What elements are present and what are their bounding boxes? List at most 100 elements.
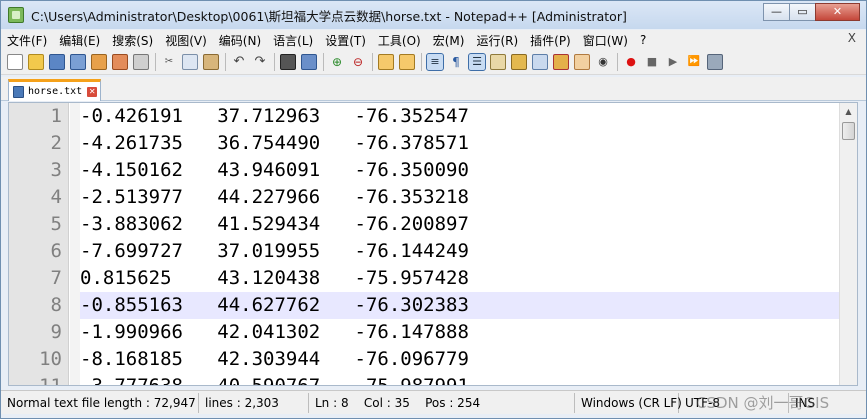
close-all-icon[interactable]: [112, 54, 128, 70]
stop-record-icon[interactable]: ■: [644, 54, 660, 70]
play-macro-icon[interactable]: ▶: [665, 54, 681, 70]
paste-icon[interactable]: [203, 54, 219, 70]
scrollbar-thumb[interactable]: [842, 122, 855, 140]
new-file-icon[interactable]: [7, 54, 23, 70]
line-number: 10: [39, 348, 62, 370]
toolbar-separator: [421, 53, 422, 71]
save-macro-icon[interactable]: [707, 54, 723, 70]
editor-line[interactable]: 4 -2.513977 44.227966 -76.353218: [9, 184, 839, 211]
toolbar-separator: [372, 53, 373, 71]
line-text[interactable]: -7.699727 37.019955 -76.144249: [80, 238, 839, 265]
menu-file[interactable]: 文件(F): [1, 32, 53, 49]
menu-tools[interactable]: 工具(O): [372, 32, 427, 49]
line-text[interactable]: -1.990966 42.041302 -76.147888: [80, 319, 839, 346]
cut-icon[interactable]: ✂: [161, 54, 177, 70]
editor-line[interactable]: 3 -4.150162 43.946091 -76.350090: [9, 157, 839, 184]
close-button[interactable]: ✕: [815, 3, 860, 21]
indent-guide-icon[interactable]: ☰: [468, 53, 486, 71]
tab-close-icon[interactable]: ✕: [87, 86, 98, 97]
watermark: CSDN @刘一哥GIS: [696, 394, 830, 412]
status-file-length: Normal text file length : 72,947: [1, 392, 199, 413]
editor-line[interactable]: 11 -3.777638 40.590767 -75.987991: [9, 373, 839, 386]
find-icon[interactable]: [280, 54, 296, 70]
toolbar: ✂ ↶ ↷ ⊕ ⊖ ≡ ¶ ☰ ◉ ● ■ ▶ ⏩: [1, 50, 866, 75]
scroll-up-icon[interactable]: ▲: [840, 103, 857, 120]
line-number: 7: [50, 267, 62, 289]
folder-workspace-icon[interactable]: [553, 54, 569, 70]
line-text[interactable]: -2.513977 44.227966 -76.353218: [80, 184, 839, 211]
menu-view[interactable]: 视图(V): [159, 32, 213, 49]
line-number: 1: [50, 105, 62, 127]
line-text[interactable]: -0.426191 37.712963 -76.352547: [80, 103, 839, 130]
doc-map-icon[interactable]: [511, 54, 527, 70]
sync-h-icon[interactable]: [399, 54, 415, 70]
redo-icon[interactable]: ↷: [252, 54, 268, 70]
word-wrap-icon[interactable]: ≡: [426, 53, 444, 71]
toolbar-separator: [225, 53, 226, 71]
editor-line[interactable]: 5 -3.883062 41.529434 -76.200897: [9, 211, 839, 238]
tab-bar: horse.txt ✕: [1, 77, 866, 101]
editor-line[interactable]: 7 0.815625 43.120438 -75.957428: [9, 265, 839, 292]
print-icon[interactable]: [133, 54, 149, 70]
zoom-out-icon[interactable]: ⊖: [350, 54, 366, 70]
close-icon[interactable]: [91, 54, 107, 70]
menu-run[interactable]: 运行(R): [470, 32, 524, 49]
line-text[interactable]: -0.855163 44.627762 -76.302383: [80, 292, 839, 319]
status-eol[interactable]: Windows (CR LF): [575, 392, 682, 413]
save-all-icon[interactable]: [70, 54, 86, 70]
notepad-window: C:\Users\Administrator\Desktop\0061\斯坦福大…: [0, 0, 867, 419]
menu-encoding[interactable]: 编码(N): [213, 32, 267, 49]
maximize-button[interactable]: ▭: [789, 3, 816, 21]
line-text[interactable]: 0.815625 43.120438 -75.957428: [80, 265, 839, 292]
toolbar-separator: [155, 53, 156, 71]
menu-search[interactable]: 搜索(S): [106, 32, 159, 49]
line-number: 5: [50, 213, 62, 235]
toolbar-separator: [274, 53, 275, 71]
editor-line[interactable]: 8 -0.855163 44.627762 -76.302383: [9, 292, 839, 319]
menu-edit[interactable]: 编辑(E): [53, 32, 106, 49]
eye-icon[interactable]: ◉: [595, 54, 611, 70]
tab-label: horse.txt: [28, 86, 83, 97]
line-text[interactable]: -3.777638 40.590767 -75.987991: [80, 373, 839, 385]
zoom-in-icon[interactable]: ⊕: [329, 54, 345, 70]
show-all-chars-icon[interactable]: ¶: [448, 54, 464, 70]
title-bar[interactable]: C:\Users\Administrator\Desktop\0061\斯坦福大…: [1, 1, 866, 29]
run-macro-multiple-icon[interactable]: ⏩: [686, 54, 702, 70]
menu-window[interactable]: 窗口(W): [577, 32, 634, 49]
line-text[interactable]: -3.883062 41.529434 -76.200897: [80, 211, 839, 238]
line-text[interactable]: -8.168185 42.303944 -76.096779: [80, 346, 839, 373]
line-number: 9: [50, 321, 62, 343]
toolbar-separator: [617, 53, 618, 71]
minimize-button[interactable]: —: [763, 3, 790, 21]
undo-icon[interactable]: ↶: [231, 54, 247, 70]
monitor-icon[interactable]: [574, 54, 590, 70]
text-editor[interactable]: 1 -0.426191 37.712963 -76.352547 2 -4.26173…: [8, 102, 858, 386]
tab-horse-txt[interactable]: horse.txt ✕: [8, 79, 101, 101]
function-list-icon[interactable]: [532, 54, 548, 70]
save-icon[interactable]: [49, 54, 65, 70]
replace-icon[interactable]: [301, 54, 317, 70]
close-document-button[interactable]: X: [848, 31, 856, 45]
line-number: 11: [39, 375, 62, 386]
menu-bar: 文件(F) 编辑(E) 搜索(S) 视图(V) 编码(N) 语言(L) 设置(T…: [1, 30, 866, 50]
sync-v-icon[interactable]: [378, 54, 394, 70]
udl-icon[interactable]: [490, 54, 506, 70]
open-file-icon[interactable]: [28, 54, 44, 70]
line-text[interactable]: -4.150162 43.946091 -76.350090: [80, 157, 839, 184]
vertical-scrollbar[interactable]: ▲: [839, 103, 857, 385]
copy-icon[interactable]: [182, 54, 198, 70]
editor-line[interactable]: 2 -4.261735 36.754490 -76.378571: [9, 130, 839, 157]
editor-line[interactable]: 1 -0.426191 37.712963 -76.352547: [9, 103, 839, 130]
menu-help[interactable]: ?: [634, 33, 652, 47]
line-text[interactable]: -4.261735 36.754490 -76.378571: [80, 130, 839, 157]
menu-macro[interactable]: 宏(M): [427, 32, 471, 49]
menu-language[interactable]: 语言(L): [267, 32, 319, 49]
menu-settings[interactable]: 设置(T): [319, 32, 372, 49]
notepadpp-app-icon[interactable]: [8, 7, 24, 23]
line-number: 8: [50, 294, 62, 316]
editor-line[interactable]: 9 -1.990966 42.041302 -76.147888: [9, 319, 839, 346]
record-macro-icon[interactable]: ●: [623, 54, 639, 70]
editor-line[interactable]: 6 -7.699727 37.019955 -76.144249: [9, 238, 839, 265]
menu-plugins[interactable]: 插件(P): [524, 32, 577, 49]
editor-line[interactable]: 10 -8.168185 42.303944 -76.096779: [9, 346, 839, 373]
